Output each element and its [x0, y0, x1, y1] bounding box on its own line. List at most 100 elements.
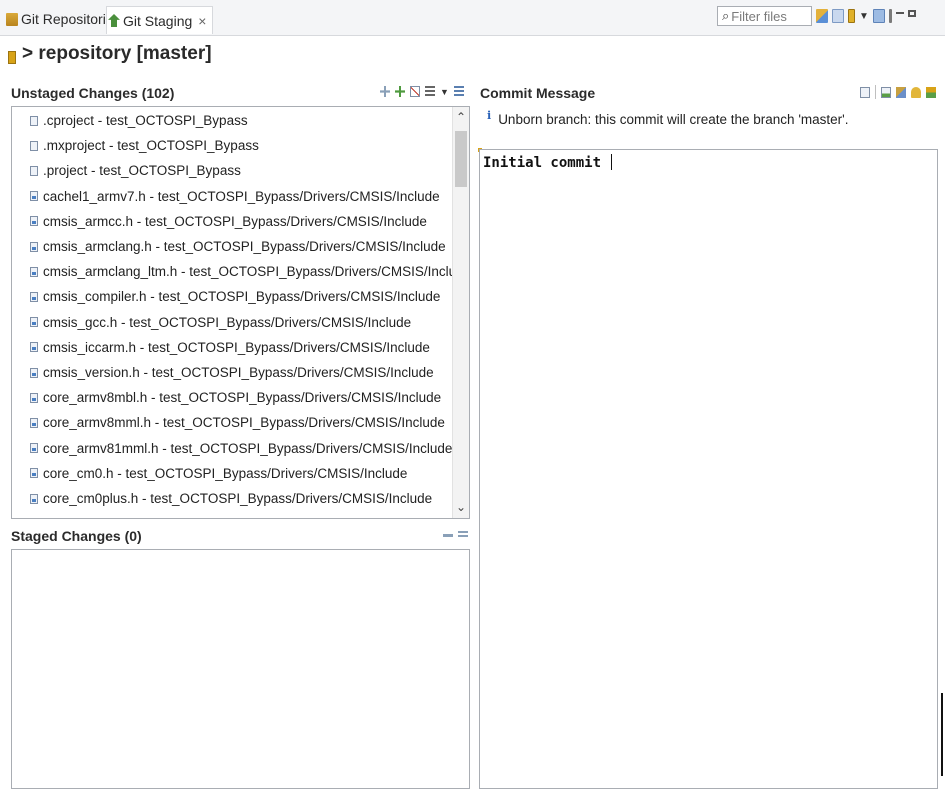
- commit-message-value: Initial commit: [483, 155, 610, 171]
- file-icon: [30, 165, 38, 176]
- list-item[interactable]: cmsis_iccarm.h - test_OCTOSPI_Bypass/Dri…: [30, 335, 430, 360]
- file-icon: [30, 115, 38, 126]
- header-file-icon: [30, 493, 38, 504]
- staged-changes-title: Staged Changes (0): [11, 528, 142, 544]
- add-change-id-icon[interactable]: [896, 86, 906, 98]
- header-file-icon: [30, 191, 38, 202]
- scroll-up-chevron-icon[interactable]: ⌃: [453, 109, 469, 126]
- unstaged-scrollbar[interactable]: ⌃ ⌄: [452, 107, 469, 518]
- unstaged-changes-title: Unstaged Changes (102): [11, 85, 175, 101]
- header-file-icon: [30, 417, 38, 428]
- list-item[interactable]: cmsis_armcc.h - test_OCTOSPI_Bypass/Driv…: [30, 209, 427, 234]
- more-options-icon[interactable]: [888, 9, 892, 23]
- git-staging-icon: [108, 14, 120, 27]
- repository-icon: [8, 50, 16, 64]
- list-item[interactable]: cmsis_armclang_ltm.h - test_OCTOSPI_Bypa…: [30, 259, 470, 284]
- amend-icon[interactable]: [860, 86, 870, 98]
- tab-git-staging[interactable]: Git Staging ×: [106, 6, 214, 34]
- window-edge: [941, 693, 943, 776]
- sort-icon[interactable]: [453, 86, 464, 97]
- list-item[interactable]: .mxproject - test_OCTOSPI_Bypass: [30, 133, 259, 158]
- header-file-icon: [30, 317, 38, 328]
- tab-git-staging-label: Git Staging: [123, 12, 193, 29]
- unstaged-toolbar: ▼: [380, 86, 464, 97]
- view-tab-bar: Git Repositories Git Staging × ⌕ Filter …: [0, 0, 945, 36]
- list-item-label: core_armv81mml.h - test_OCTOSPI_Bypass/D…: [43, 440, 453, 456]
- view-menu-chevron-down-icon[interactable]: ▼: [859, 11, 869, 22]
- commit-message-text[interactable]: Initial commit: [483, 154, 613, 171]
- list-item-label: core_armv8mbl.h - test_OCTOSPI_Bypass/Dr…: [43, 390, 442, 406]
- unborn-branch-info: i Unborn branch: this commit will create…: [487, 109, 849, 127]
- list-item-label: .mxproject - test_OCTOSPI_Bypass: [43, 138, 259, 154]
- tree-view-icon[interactable]: [425, 86, 435, 97]
- stage-selected-icon[interactable]: [380, 86, 390, 97]
- git-repositories-icon: [6, 12, 18, 26]
- header-file-icon: [30, 342, 38, 353]
- tab-git-repositories[interactable]: Git Repositories: [6, 6, 121, 32]
- close-tab-icon[interactable]: ×: [198, 13, 206, 29]
- ignore-file-icon[interactable]: [410, 86, 420, 97]
- scroll-down-chevron-icon[interactable]: ⌄: [453, 499, 469, 516]
- filter-files-placeholder: Filter files: [731, 8, 787, 24]
- unstage-all-icon[interactable]: [458, 530, 468, 537]
- text-caret: [611, 154, 613, 170]
- list-item[interactable]: .cproject - test_OCTOSPI_Bypass: [30, 108, 248, 133]
- info-icon: i: [487, 109, 492, 122]
- repository-title: > repository [master]: [22, 43, 212, 64]
- staged-file-list[interactable]: [11, 549, 470, 789]
- header-file-icon: [30, 291, 38, 302]
- list-item[interactable]: core_cm0.h - test_OCTOSPI_Bypass/Drivers…: [30, 461, 407, 486]
- unborn-branch-info-text: Unborn branch: this commit will create t…: [498, 112, 849, 127]
- list-item[interactable]: core_armv8mbl.h - test_OCTOSPI_Bypass/Dr…: [30, 385, 441, 410]
- list-item-label: cmsis_armclang_ltm.h - test_OCTOSPI_Bypa…: [43, 264, 470, 280]
- list-item-label: .cproject - test_OCTOSPI_Bypass: [43, 113, 248, 128]
- filter-files-input[interactable]: ⌕ Filter files: [717, 6, 812, 26]
- list-item-label: cmsis_compiler.h - test_OCTOSPI_Bypass/D…: [43, 289, 441, 305]
- list-item-label: cmsis_armcc.h - test_OCTOSPI_Bypass/Driv…: [43, 213, 427, 229]
- unstaged-menu-chevron-down-icon[interactable]: ▼: [440, 87, 449, 97]
- maximize-icon[interactable]: [907, 9, 916, 17]
- list-item[interactable]: core_armv81mml.h - test_OCTOSPI_Bypass/D…: [30, 436, 452, 461]
- compare-mode-icon[interactable]: [832, 9, 844, 23]
- sign-commit-icon[interactable]: [911, 86, 921, 98]
- toolbar-separator: [875, 85, 876, 99]
- header-file-icon: [30, 443, 38, 454]
- list-item-label: cachel1_armv7.h - test_OCTOSPI_Bypass/Dr…: [43, 188, 440, 204]
- list-item[interactable]: core_cm0plus.h - test_OCTOSPI_Bypass/Dri…: [30, 486, 432, 511]
- stage-all-icon[interactable]: [395, 86, 405, 97]
- list-item[interactable]: .project - test_OCTOSPI_Bypass: [30, 158, 241, 183]
- search-icon: ⌕: [722, 8, 730, 23]
- push-gerrit-icon[interactable]: [926, 86, 936, 98]
- view-toolbar: ▼: [816, 7, 916, 25]
- list-item-label: cmsis_version.h - test_OCTOSPI_Bypass/Dr…: [43, 365, 434, 380]
- commit-toolbar: [860, 85, 936, 99]
- repository-header: > repository [master]: [8, 40, 212, 68]
- header-file-icon: [30, 266, 38, 277]
- push-head-icon[interactable]: [816, 9, 828, 23]
- unstaged-file-list[interactable]: .cproject - test_OCTOSPI_Bypass .mxprojec…: [11, 106, 470, 519]
- commit-message-editor[interactable]: Initial commit: [479, 149, 938, 789]
- header-file-icon: [30, 216, 38, 227]
- unstage-selected-icon[interactable]: [443, 534, 453, 537]
- list-item-label: cmsis_gcc.h - test_OCTOSPI_Bypass/Driver…: [43, 314, 412, 330]
- list-item[interactable]: cachel1_armv7.h - test_OCTOSPI_Bypass/Dr…: [30, 184, 440, 209]
- list-item[interactable]: core_armv8mml.h - test_OCTOSPI_Bypass/Dr…: [30, 410, 445, 435]
- presentation-icon[interactable]: [872, 9, 885, 23]
- header-file-icon: [30, 392, 38, 403]
- list-item[interactable]: cmsis_compiler.h - test_OCTOSPI_Bypass/D…: [30, 284, 440, 309]
- list-item-label: cmsis_armclang.h - test_OCTOSPI_Bypass/D…: [43, 239, 446, 254]
- header-file-icon: [30, 241, 38, 252]
- list-item[interactable]: cmsis_version.h - test_OCTOSPI_Bypass/Dr…: [30, 360, 434, 385]
- list-item-label: .project - test_OCTOSPI_Bypass: [43, 163, 241, 179]
- list-item-label: core_cm0plus.h - test_OCTOSPI_Bypass/Dri…: [43, 491, 433, 506]
- staged-toolbar: [443, 530, 468, 537]
- list-item-label: core_cm0.h - test_OCTOSPI_Bypass/Drivers…: [43, 465, 408, 481]
- list-item[interactable]: cmsis_armclang.h - test_OCTOSPI_Bypass/D…: [30, 234, 446, 259]
- minimize-icon[interactable]: [895, 12, 904, 14]
- scrollbar-thumb[interactable]: [455, 131, 467, 187]
- link-selection-icon[interactable]: [848, 9, 855, 23]
- signed-off-icon[interactable]: [881, 86, 891, 98]
- list-item-label: core_armv8mml.h - test_OCTOSPI_Bypass/Dr…: [43, 415, 445, 431]
- list-item[interactable]: cmsis_gcc.h - test_OCTOSPI_Bypass/Driver…: [30, 310, 411, 335]
- list-item-label: cmsis_iccarm.h - test_OCTOSPI_Bypass/Dri…: [43, 339, 430, 355]
